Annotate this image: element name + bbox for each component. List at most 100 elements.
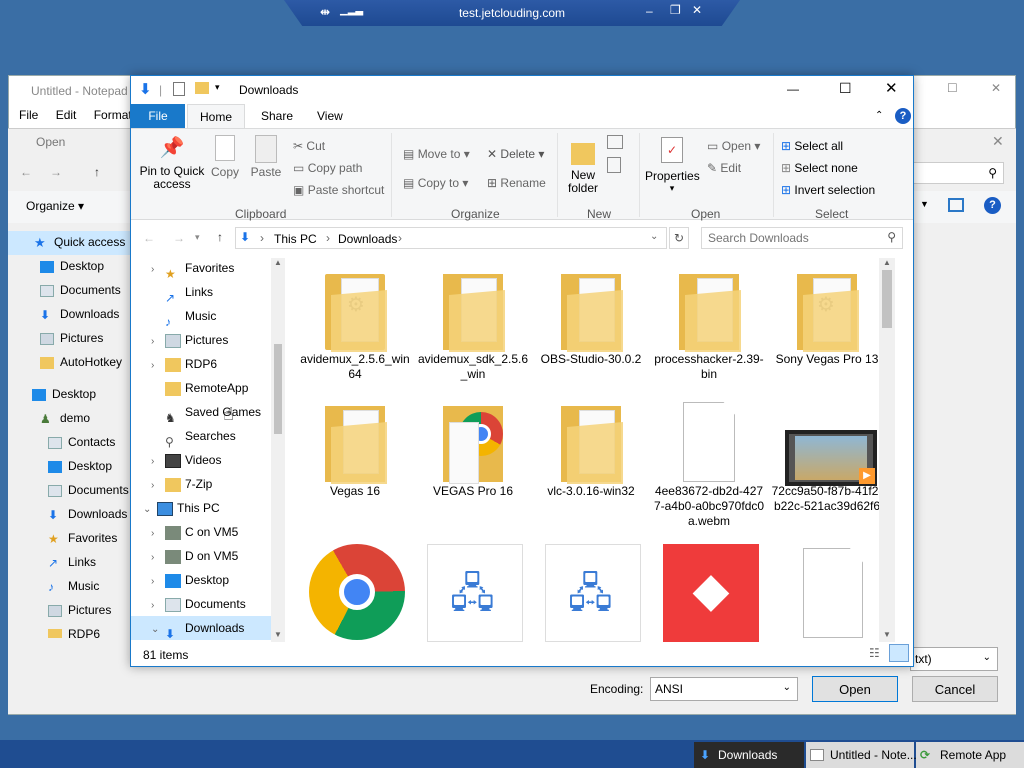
expand-icon[interactable]: › [151, 570, 165, 594]
tree-desktop[interactable]: › Desktop [151, 568, 229, 592]
restore-icon[interactable]: ❐ [670, 3, 681, 17]
cut-button[interactable]: ✂ Cut [293, 139, 325, 153]
nav-demo[interactable]: ♟ demo [40, 408, 90, 428]
easy-access-icon[interactable] [607, 157, 621, 173]
nav-desktop-root[interactable]: Desktop [32, 384, 96, 404]
expand-icon[interactable]: › [151, 546, 165, 570]
tree-searches[interactable]: ⚲ Searches [151, 424, 236, 449]
paste-shortcut-button[interactable]: ▣ Paste shortcut [293, 183, 384, 197]
rename-button[interactable]: ⊞ Rename [487, 176, 546, 190]
open-dialog-close-icon[interactable]: ✕ [992, 133, 1004, 150]
file-item[interactable]: ▶ 72cc9a50-f87b-41f2-b22c-521ac39d62f6 [771, 400, 883, 514]
file-item[interactable]: avidemux_sdk_2.5.6_win [417, 268, 529, 382]
move-to-button[interactable]: ▤ Move to ▾ [403, 147, 470, 161]
file-item[interactable]: processhacker-2.39-bin [653, 268, 765, 382]
content-scroll-thumb[interactable] [882, 270, 892, 328]
tree-documents[interactable]: › Documents [151, 592, 246, 616]
nav-downloads-1[interactable]: ⬇ Downloads [40, 304, 119, 324]
tree-7zip[interactable]: › 7-Zip [151, 472, 212, 496]
open-button[interactable]: Open [812, 676, 898, 702]
organize-button[interactable]: Organize ▾ [26, 199, 84, 213]
network-app-icon[interactable]: 🖧 [545, 544, 641, 642]
file-item[interactable]: vlc-3.0.16-win32 [535, 400, 647, 499]
expand-icon[interactable]: › [151, 522, 165, 546]
nav-documents-2[interactable]: Documents [48, 480, 129, 500]
expand-icon[interactable]: › [151, 258, 165, 282]
tree-d-on-vm5[interactable]: › D on VM5 [151, 544, 238, 568]
tab-file[interactable]: File [131, 104, 185, 128]
tab-view[interactable]: View [305, 104, 355, 128]
encoding-select[interactable]: ANSI ⌄ [650, 677, 798, 701]
nav-music[interactable]: ♪ Music [48, 576, 99, 596]
preview-pane-icon[interactable] [948, 198, 964, 212]
collapse-icon[interactable]: ⌄ [143, 498, 157, 522]
close-icon[interactable]: ✕ [885, 79, 898, 97]
expand-icon[interactable]: › [151, 594, 165, 618]
new-folder-qa-icon[interactable] [195, 82, 209, 94]
file-item[interactable]: Vegas 16 [299, 400, 411, 499]
address-bar[interactable]: ⬇ › This PC › Downloads › ⌄ [235, 227, 667, 249]
tree-videos[interactable]: › Videos [151, 448, 221, 472]
tree-links[interactable]: ↗ Links [151, 280, 213, 305]
file-item[interactable]: ⚙ Sony Vegas Pro 13 [771, 268, 883, 367]
collapse-icon[interactable]: ⌄ [151, 618, 165, 642]
view-dropdown-icon[interactable]: ▼ [920, 199, 929, 209]
tree-pictures[interactable]: › Pictures [151, 328, 228, 352]
filetype-select[interactable]: txt) ⌄ [910, 647, 998, 671]
notepad-maximize-icon[interactable]: ☐ [947, 81, 958, 95]
tree-favorites[interactable]: › ★ Favorites [151, 258, 234, 282]
tree-remoteapp[interactable]: RemoteApp [151, 376, 248, 400]
notepad-close-icon[interactable]: ✕ [991, 81, 1001, 95]
search-input[interactable] [702, 228, 878, 248]
content-scrollbar[interactable]: ▲ ▼ [879, 258, 895, 642]
menu-file[interactable]: File [19, 108, 38, 122]
select-all-button[interactable]: ⊞ Select all [781, 139, 843, 153]
nav-autohotkey[interactable]: AutoHotkey [40, 352, 122, 372]
nav-downloads-2[interactable]: ⬇ Downloads [48, 504, 127, 524]
taskbar-remote-app[interactable]: ⟳ Remote App [916, 742, 1024, 768]
tree-scroll-thumb[interactable] [274, 344, 282, 434]
file-item[interactable]: 4ee83672-db2d-4277-a4b0-a0bc970fdc0a.web… [653, 400, 765, 529]
paste-button[interactable]: Paste [247, 135, 285, 179]
nav-pictures-2[interactable]: Pictures [48, 600, 111, 620]
taskbar-notepad[interactable]: Untitled - Note... [806, 742, 917, 768]
tree-music[interactable]: ♪ Music [151, 304, 216, 329]
invert-selection-button[interactable]: ⊞ Invert selection [781, 183, 875, 197]
tree-rdp6[interactable]: › RDP6 [151, 352, 217, 376]
tree-downloads[interactable]: ⌄ ⬇ Downloads [151, 616, 244, 642]
expand-icon[interactable]: › [151, 330, 165, 354]
refresh-icon[interactable]: ↻ [669, 227, 689, 249]
nav-quick-access[interactable]: ★ Quick access [34, 232, 125, 252]
open-button-ribbon[interactable]: ▭ Open ▾ [707, 139, 760, 153]
ribbon-collapse-icon[interactable]: ⌃ [875, 110, 883, 121]
properties-button[interactable]: ✓ Properties ▾ [645, 137, 700, 194]
file-item[interactable]: VEGAS Pro 16 [417, 400, 529, 499]
properties-qa-icon[interactable] [173, 82, 185, 96]
chevron-down-icon[interactable]: ⌄ [650, 231, 658, 242]
up-arrow-icon[interactable]: ↑ [217, 230, 223, 244]
tab-home[interactable]: Home [187, 104, 246, 128]
tree-c-on-vm5[interactable]: › C on VM5 [151, 520, 238, 544]
pin-quick-access-button[interactable]: 📌 Pin to Quick access [139, 135, 205, 191]
cancel-button[interactable]: Cancel [912, 676, 998, 702]
copy-path-button[interactable]: ▭ Copy path [293, 161, 362, 175]
minimize-icon[interactable]: – [646, 4, 653, 18]
file-item[interactable]: OBS-Studio-30.0.2 [535, 268, 647, 367]
breadcrumb-this-pc[interactable]: This PC [274, 232, 317, 246]
nav-contacts[interactable]: Contacts [48, 432, 115, 452]
nav-desktop-2[interactable]: Desktop [48, 456, 112, 476]
nav-pictures-1[interactable]: Pictures [40, 328, 103, 348]
new-item-icon[interactable] [607, 135, 623, 149]
details-view-icon[interactable]: ☷ [869, 646, 880, 660]
network-app-icon[interactable]: 🖧 [427, 544, 523, 642]
expand-icon[interactable]: › [151, 354, 165, 378]
back-arrow-icon[interactable]: ← [20, 165, 32, 179]
nav-documents-1[interactable]: Documents [40, 280, 121, 300]
qa-customize-icon[interactable]: ▾ [215, 82, 220, 93]
back-arrow-icon[interactable]: ← [143, 231, 155, 245]
forward-arrow-icon[interactable]: → [50, 165, 62, 179]
tree-scrollbar[interactable]: ▲ ▼ [271, 258, 285, 642]
maximize-icon[interactable]: ☐ [839, 80, 852, 97]
forward-arrow-icon[interactable]: → [173, 231, 185, 245]
select-none-button[interactable]: ⊞ Select none [781, 161, 858, 175]
